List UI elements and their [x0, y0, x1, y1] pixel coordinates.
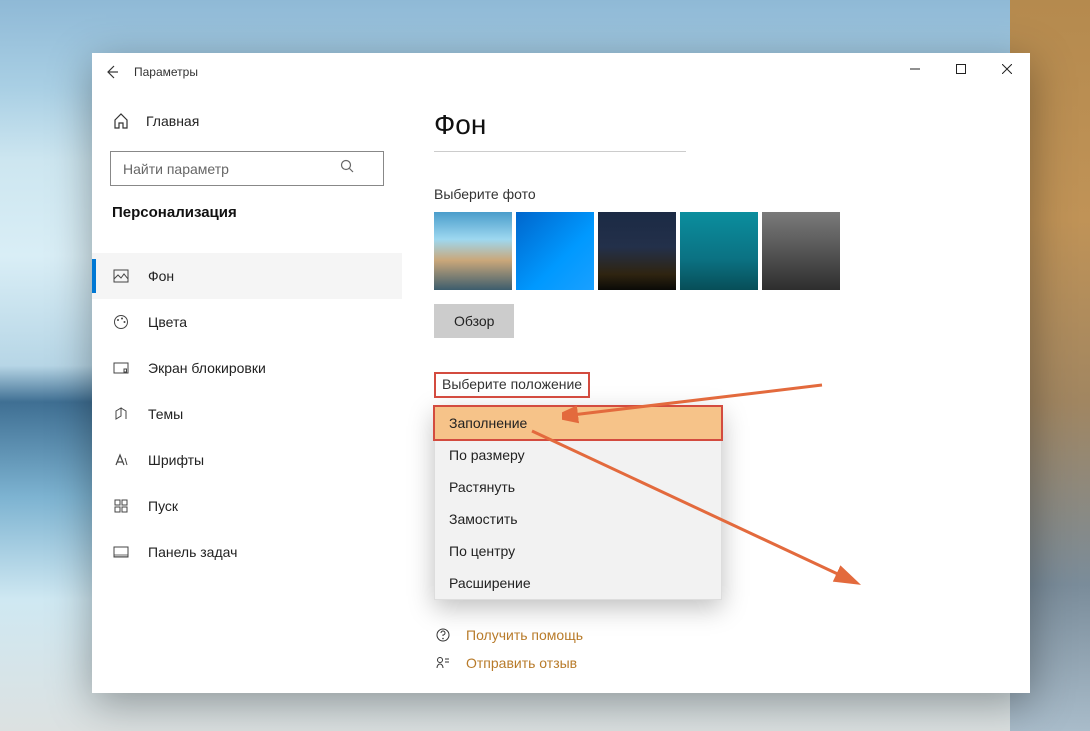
- nav-item-label: Цвета: [148, 314, 187, 330]
- section-title: Персонализация: [92, 204, 402, 235]
- nav-item-taskbar[interactable]: Панель задач: [92, 529, 402, 575]
- nav-item-themes[interactable]: Темы: [92, 391, 402, 437]
- feedback-link[interactable]: Отправить отзыв: [434, 655, 583, 671]
- heading-underline: [434, 151, 686, 152]
- page-heading: Фон: [434, 109, 1030, 141]
- photo-thumb[interactable]: [680, 212, 758, 290]
- help-link-label: Получить помощь: [466, 627, 583, 643]
- nav-list: Фон Цвета Экран блокировки: [92, 253, 402, 575]
- close-button[interactable]: [984, 53, 1030, 85]
- dropdown-item[interactable]: Растянуть: [435, 471, 721, 503]
- nav-item-colors[interactable]: Цвета: [92, 299, 402, 345]
- dropdown-item[interactable]: Расширение: [435, 567, 721, 599]
- dropdown-item[interactable]: Замостить: [435, 503, 721, 535]
- photo-thumbnails: [434, 212, 1030, 290]
- nav-item-lockscreen[interactable]: Экран блокировки: [92, 345, 402, 391]
- nav-item-label: Пуск: [148, 498, 178, 514]
- lock-screen-icon: [112, 360, 130, 376]
- window-body: Главная Персонализация Фон: [92, 91, 1030, 693]
- settings-window: Параметры Главная: [92, 53, 1030, 693]
- arrow-left-icon: [104, 64, 120, 80]
- window-title: Параметры: [134, 65, 198, 79]
- palette-icon: [112, 314, 130, 330]
- maximize-icon: [956, 64, 966, 74]
- taskbar-icon: [112, 544, 130, 560]
- themes-icon: [112, 406, 130, 422]
- nav-item-start[interactable]: Пуск: [92, 483, 402, 529]
- nav-item-label: Темы: [148, 406, 183, 422]
- position-dropdown[interactable]: Заполнение По размеру Растянуть Замостит…: [434, 406, 722, 600]
- photo-thumb[interactable]: [762, 212, 840, 290]
- home-button[interactable]: Главная: [92, 101, 402, 141]
- help-icon: [434, 627, 452, 643]
- nav-item-label: Шрифты: [148, 452, 204, 468]
- choose-photo-label: Выберите фото: [434, 186, 1030, 202]
- nav-item-label: Фон: [148, 268, 174, 284]
- browse-button[interactable]: Обзор: [434, 304, 514, 338]
- start-icon: [112, 498, 130, 514]
- home-label: Главная: [146, 113, 199, 129]
- fonts-icon: [112, 452, 130, 468]
- minimize-icon: [910, 64, 920, 74]
- home-icon: [112, 113, 130, 129]
- feedback-link-label: Отправить отзыв: [466, 655, 577, 671]
- search-wrap: [110, 151, 384, 186]
- dropdown-item[interactable]: По размеру: [435, 439, 721, 471]
- maximize-button[interactable]: [938, 53, 984, 85]
- feedback-icon: [434, 655, 452, 671]
- titlebar: Параметры: [92, 53, 1030, 91]
- get-help-link[interactable]: Получить помощь: [434, 627, 583, 643]
- dropdown-item[interactable]: По центру: [435, 535, 721, 567]
- nav-item-fonts[interactable]: Шрифты: [92, 437, 402, 483]
- search-input[interactable]: [110, 151, 384, 186]
- dropdown-item[interactable]: Заполнение: [435, 407, 721, 439]
- content-pane: Фон Выберите фото Обзор Выберите положен…: [402, 91, 1030, 693]
- nav-item-label: Экран блокировки: [148, 360, 266, 376]
- photo-thumb[interactable]: [516, 212, 594, 290]
- minimize-button[interactable]: [892, 53, 938, 85]
- position-label: Выберите положение: [434, 372, 590, 398]
- back-button[interactable]: [92, 53, 132, 91]
- photo-thumb[interactable]: [434, 212, 512, 290]
- close-icon: [1002, 64, 1012, 74]
- nav-item-label: Панель задач: [148, 544, 237, 560]
- sidebar: Главная Персонализация Фон: [92, 91, 402, 693]
- help-links: Получить помощь Отправить отзыв: [434, 627, 583, 671]
- picture-icon: [112, 268, 130, 284]
- photo-thumb[interactable]: [598, 212, 676, 290]
- window-controls: [892, 53, 1030, 85]
- nav-item-background[interactable]: Фон: [92, 253, 402, 299]
